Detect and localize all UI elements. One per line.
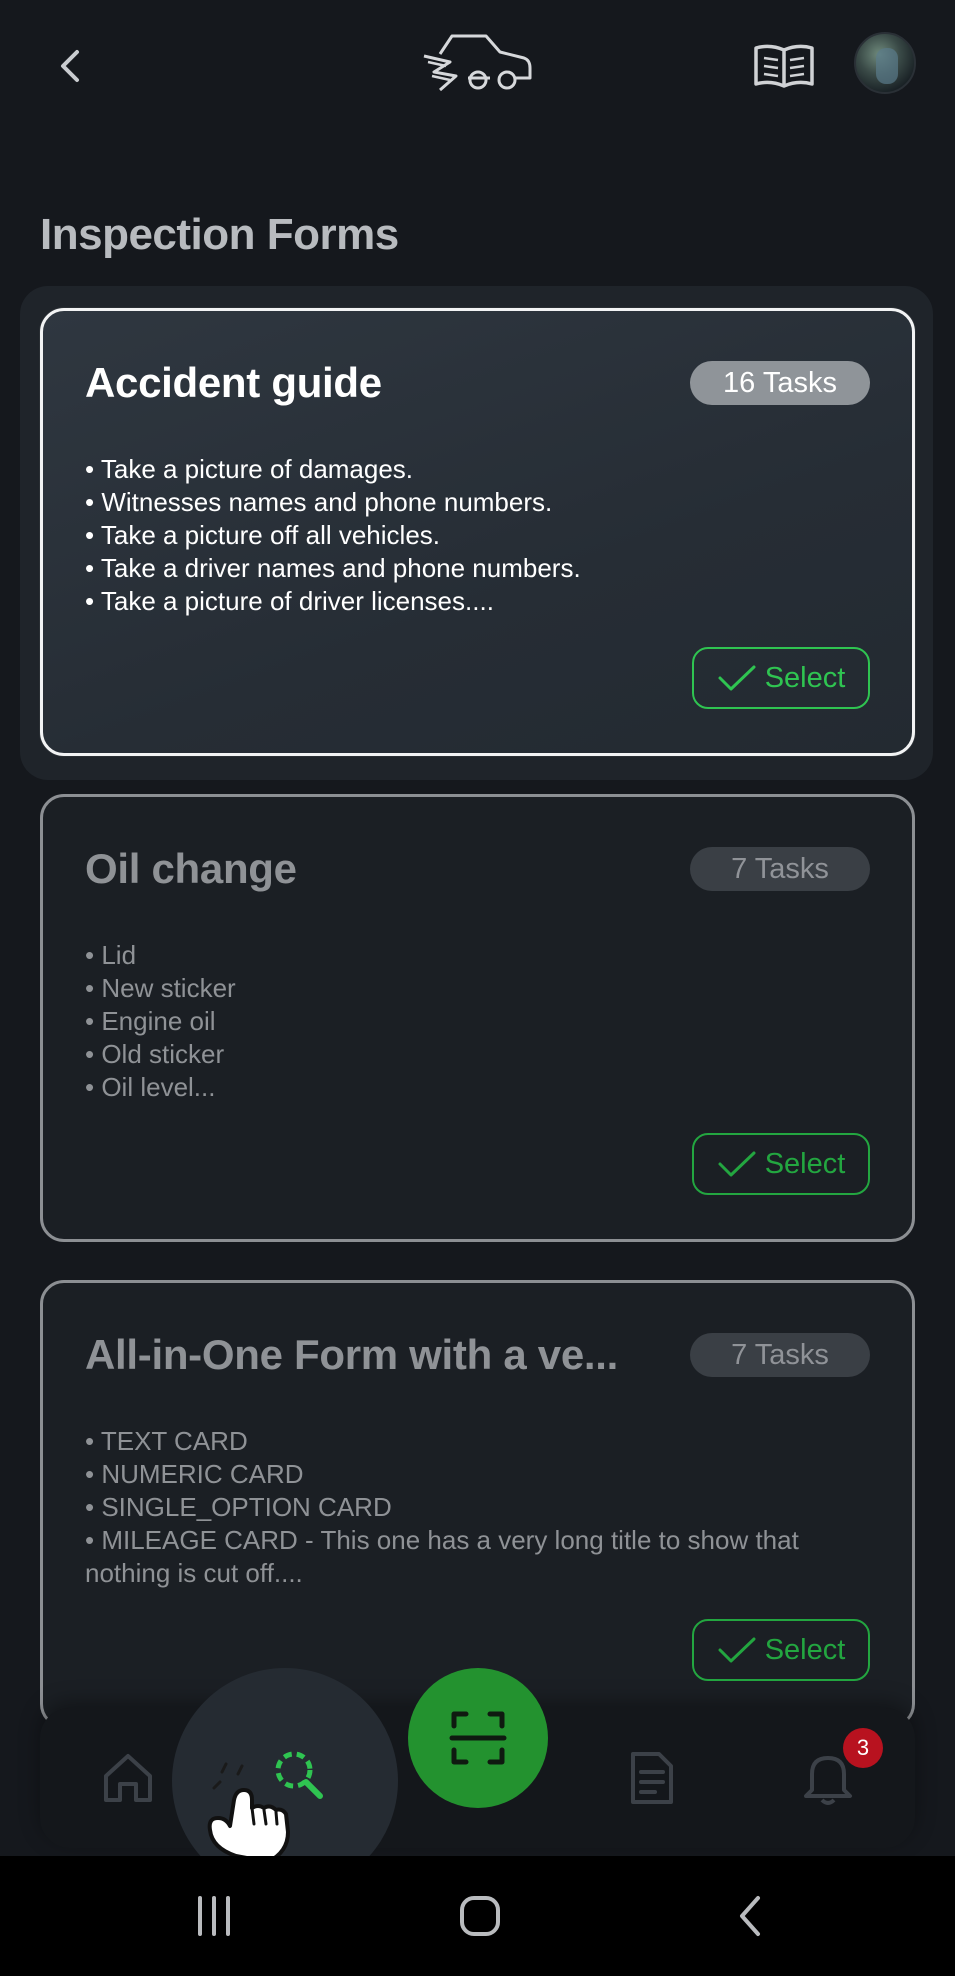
list-item: • Engine oil <box>85 1006 216 1036</box>
recent-apps-icon <box>198 1896 230 1936</box>
user-avatar[interactable] <box>854 32 916 94</box>
list-item: • New sticker <box>85 973 236 1003</box>
select-button-label: Select <box>764 661 846 694</box>
home-icon <box>104 1754 152 1802</box>
app-header <box>0 0 955 130</box>
list-item: • Take a picture of driver licenses.... <box>85 586 494 616</box>
scan-button[interactable] <box>408 1668 548 1808</box>
list-item: • Old sticker <box>85 1039 225 1069</box>
back-button[interactable] <box>44 40 96 92</box>
nav-home-button[interactable] <box>96 1746 160 1810</box>
form-card-oil-change[interactable]: Oil change 7 Tasks • Lid • New sticker •… <box>40 794 915 1242</box>
form-card-title: All-in-One Form with a ve... <box>85 1331 618 1378</box>
select-button[interactable]: Select <box>692 647 870 709</box>
list-item: • Take a picture of damages. <box>85 454 414 484</box>
list-item: • MILEAGE CARD - This one has a very lon… <box>85 1525 799 1588</box>
form-card-accident-guide[interactable]: Accident guide 16 Tasks • Take a picture… <box>40 308 915 756</box>
form-task-list: • Take a picture of damages. • Witnesses… <box>85 453 805 618</box>
back-system-button[interactable] <box>720 1886 780 1946</box>
list-item: • TEXT CARD <box>85 1426 248 1456</box>
document-icon <box>631 1752 673 1804</box>
book-open-icon <box>754 44 814 88</box>
task-count-badge: 16 Tasks <box>690 361 870 405</box>
list-item: • NUMERIC CARD <box>85 1459 304 1489</box>
page-title: Inspection Forms <box>40 210 399 259</box>
pointer-hand-icon <box>207 1762 290 1864</box>
screen: Inspection Forms Accident guide 16 Tasks… <box>0 0 955 1976</box>
system-navigation-bar <box>0 1856 955 1976</box>
truck-logo-icon <box>423 34 532 92</box>
scan-icon <box>449 1711 507 1765</box>
form-card-title: Accident guide <box>85 359 382 406</box>
checkmark-icon <box>718 665 756 691</box>
task-count-badge: 7 Tasks <box>690 1333 870 1377</box>
list-item: • Take a picture off all vehicles. <box>85 520 440 550</box>
chevron-left-icon <box>61 50 79 82</box>
select-button[interactable]: Select <box>692 1619 870 1681</box>
checkmark-icon <box>718 1637 756 1663</box>
nav-documents-button[interactable] <box>620 1746 684 1810</box>
select-button[interactable]: Select <box>692 1133 870 1195</box>
list-item: • Witnesses names and phone numbers. <box>85 487 553 517</box>
home-circle-icon <box>460 1896 500 1936</box>
select-button-label: Select <box>764 1633 846 1666</box>
list-item: • Oil level... <box>85 1072 216 1102</box>
form-card-all-in-one[interactable]: All-in-One Form with a ve... 7 Tasks • T… <box>40 1280 915 1720</box>
list-item: • SINGLE_OPTION CARD <box>85 1492 392 1522</box>
form-task-list: • TEXT CARD • NUMERIC CARD • SINGLE_OPTI… <box>85 1425 805 1590</box>
list-item: • Lid <box>85 940 137 970</box>
list-item: • Take a driver names and phone numbers. <box>85 553 581 583</box>
notification-count-badge: 3 <box>843 1728 883 1768</box>
home-system-button[interactable] <box>450 1886 510 1946</box>
inspection-form-list: Accident guide 16 Tasks • Take a picture… <box>0 280 955 1720</box>
guide-book-button[interactable] <box>752 38 816 94</box>
task-count-badge: 7 Tasks <box>690 847 870 891</box>
form-card-title: Oil change <box>85 845 297 892</box>
checkmark-icon <box>718 1151 756 1177</box>
select-button-label: Select <box>764 1147 846 1180</box>
form-task-list: • Lid • New sticker • Engine oil • Old s… <box>85 939 805 1104</box>
back-chevron-icon <box>740 1896 760 1936</box>
recent-apps-button[interactable] <box>184 1886 244 1946</box>
